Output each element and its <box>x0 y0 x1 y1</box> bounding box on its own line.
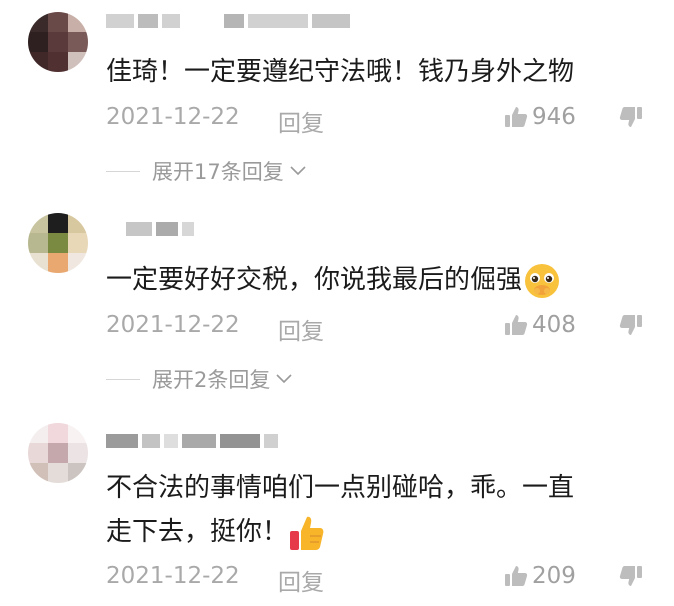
username-blurred[interactable] <box>106 428 278 454</box>
thumbs-up-icon <box>505 107 528 127</box>
expand-replies-label: 展开2条回复 <box>152 368 271 392</box>
like-button[interactable]: 209 <box>504 563 576 589</box>
comment-text-line-2-body: 走下去，挺你！ <box>106 517 289 547</box>
reply-button[interactable]: 回复 <box>278 104 324 138</box>
comment-date: 2021-12-22 <box>106 104 240 130</box>
thumbs-down-icon <box>619 566 642 586</box>
like-button[interactable]: 946 <box>504 104 576 130</box>
comment-text-line-1: 不合法的事情咱们一点别碰哈，乖。一直 <box>106 473 575 503</box>
dislike-button[interactable] <box>619 565 643 593</box>
thumbs-up-icon <box>505 315 528 335</box>
thumbs-down-icon <box>619 107 642 127</box>
thumbs-up-emoji <box>290 516 324 550</box>
pleading-face-emoji <box>525 263 560 298</box>
dislike-button[interactable] <box>619 106 643 134</box>
like-count: 209 <box>532 563 576 589</box>
comment-text-line-2: 走下去，挺你！ <box>106 510 326 554</box>
comment-meta: 2021-12-22 回复 408 <box>106 312 646 345</box>
comment-text-body: 一定要好好交税，你说我最后的倔强 <box>106 265 523 295</box>
username-blurred[interactable] <box>106 216 194 242</box>
dislike-button[interactable] <box>619 314 643 342</box>
avatar[interactable] <box>28 213 88 273</box>
username-blurred[interactable] <box>106 8 350 34</box>
comment-meta: 2021-12-22 回复 946 <box>106 104 646 137</box>
chevron-down-icon <box>290 166 306 176</box>
reply-button[interactable]: 回复 <box>278 312 324 346</box>
thumbs-up-icon <box>505 566 528 586</box>
divider <box>106 170 140 172</box>
comment-date: 2021-12-22 <box>106 312 240 338</box>
avatar[interactable] <box>28 423 88 483</box>
expand-replies-label: 展开17条回复 <box>152 160 284 184</box>
comment-meta: 2021-12-22 回复 209 <box>106 563 646 596</box>
avatar[interactable] <box>28 12 88 72</box>
comment-text: 佳琦！一定要遵纪守法哦！钱乃身外之物 <box>106 57 575 87</box>
like-count: 408 <box>532 312 576 338</box>
divider <box>106 378 140 380</box>
like-button[interactable]: 408 <box>504 312 576 338</box>
like-count: 946 <box>532 104 576 130</box>
chevron-down-icon <box>276 374 292 384</box>
comment-text: 一定要好好交税，你说我最后的倔强 <box>106 258 562 302</box>
thumbs-down-icon <box>619 315 642 335</box>
expand-replies-button[interactable]: 展开2条回复 <box>106 365 292 393</box>
expand-replies-button[interactable]: 展开17条回复 <box>106 157 306 185</box>
reply-button[interactable]: 回复 <box>278 563 324 597</box>
comment-date: 2021-12-22 <box>106 563 240 589</box>
